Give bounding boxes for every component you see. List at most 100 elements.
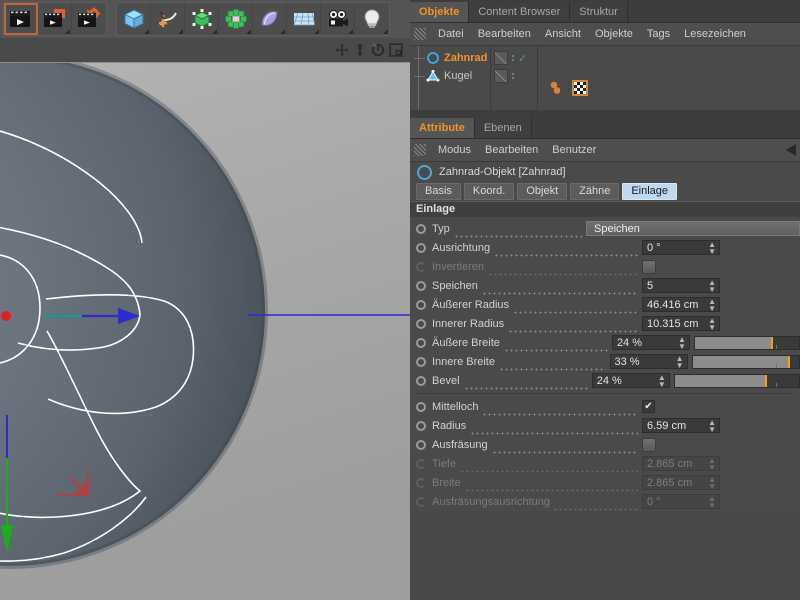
tab-objekt[interactable]: Objekt [517, 183, 568, 200]
tab-content-browser[interactable]: Content Browser [469, 2, 571, 22]
menu-datei[interactable]: Datei [431, 23, 471, 45]
param-row-invertieren: Invertieren [410, 257, 800, 276]
rotate-view-icon[interactable] [370, 42, 386, 58]
dot-toggles-icon[interactable] [512, 73, 514, 79]
object-label: Kugel [444, 70, 473, 82]
object-row-zahnrad[interactable]: Zahnrad [410, 49, 490, 67]
dot-leader [498, 361, 606, 371]
menu-modus[interactable]: Modus [431, 139, 478, 161]
innere-breite-slider[interactable] [691, 354, 800, 369]
collapse-arrow-icon[interactable] [786, 144, 796, 156]
ausfraesung-toggle[interactable] [642, 437, 656, 452]
param-anim-radio-icon[interactable] [416, 439, 426, 450]
spinner-icon[interactable]: ▲ ▼ [676, 354, 684, 369]
object-label: Zahnrad [444, 52, 488, 64]
visibility-row[interactable] [491, 67, 537, 85]
field-value: 46.416 cm [647, 298, 699, 311]
spinner-icon[interactable]: ▲ ▼ [708, 316, 716, 331]
dot-leader [482, 406, 638, 416]
slider-handle[interactable] [765, 374, 768, 387]
render-settings-button[interactable] [72, 3, 106, 35]
toolbar-group-render [3, 2, 107, 36]
bevel-field[interactable]: 24 % ▲ ▼ [591, 373, 670, 388]
dot-toggles-icon[interactable] [512, 55, 514, 61]
tab-struktur[interactable]: Struktur [570, 2, 628, 22]
radius-field[interactable]: 6.59 cm ▲ ▼ [642, 418, 720, 433]
field-value: 10.315 cm [647, 317, 699, 330]
phong-tag-icon[interactable] [548, 80, 566, 99]
camera-button[interactable] [321, 3, 355, 35]
spinner-icon[interactable]: ▲ ▼ [658, 373, 666, 388]
param-anim-radio-icon[interactable] [416, 318, 426, 329]
attribute-menubar: Modus Bearbeiten Benutzer [410, 139, 800, 162]
speichen-field[interactable]: 5 ▲ ▼ [642, 278, 720, 293]
tab-zaehne[interactable]: Zähne [570, 183, 620, 200]
slider-handle[interactable] [788, 355, 791, 368]
menu-bearbeiten[interactable]: Bearbeiten [471, 23, 538, 45]
viewport-3d[interactable] [0, 63, 410, 600]
floor-button[interactable] [287, 3, 321, 35]
environment-button[interactable] [253, 3, 287, 35]
menu-ansicht[interactable]: Ansicht [538, 23, 588, 45]
visibility-swatch-icon[interactable] [494, 69, 508, 83]
spline-pen-button[interactable] [151, 3, 185, 35]
generator-button[interactable] [185, 3, 219, 35]
primitive-cube-button[interactable] [117, 3, 151, 35]
param-label: Invertieren [432, 260, 484, 273]
deformer-button[interactable] [219, 3, 253, 35]
param-control: 5 ▲ ▼ [642, 278, 800, 293]
innerer-radius-field[interactable]: 10.315 cm ▲ ▼ [642, 316, 720, 331]
spinner-icon[interactable]: ▲ ▼ [708, 297, 716, 312]
field-value: 5 [647, 279, 654, 292]
param-anim-radio-icon[interactable] [416, 242, 426, 253]
param-anim-radio-icon[interactable] [416, 337, 426, 348]
visibility-swatch-icon[interactable] [494, 51, 508, 65]
render-view-button[interactable] [4, 3, 38, 35]
scale-view-icon[interactable] [352, 42, 368, 58]
menu-benutzer[interactable]: Benutzer [545, 139, 603, 161]
object-row-kugel[interactable]: Kugel [410, 67, 490, 85]
field-value: 2.865 cm [647, 476, 693, 489]
tab-objekte[interactable]: Objekte [410, 2, 470, 22]
menu-grip-icon[interactable] [414, 144, 426, 156]
spinner-icon[interactable]: ▲ ▼ [678, 335, 686, 350]
param-anim-radio-icon[interactable] [416, 356, 426, 367]
tab-ebenen[interactable]: Ebenen [474, 118, 532, 138]
param-anim-radio-icon[interactable] [416, 375, 426, 386]
maximize-view-icon[interactable] [388, 42, 404, 58]
ausrichtung-field[interactable]: 0 ° ▲ ▼ [642, 240, 720, 255]
menu-grip-icon[interactable] [414, 28, 426, 40]
aeussere-breite-slider[interactable] [693, 335, 800, 350]
visibility-row[interactable]: ✓ [491, 49, 537, 67]
menu-lesezeichen[interactable]: Lesezeichen [677, 23, 753, 45]
tab-attribute[interactable]: Attribute [410, 118, 475, 138]
dot-leader [487, 266, 638, 276]
bevel-slider[interactable] [673, 373, 800, 388]
aeusserer-radius-field[interactable]: 46.416 cm ▲ ▼ [642, 297, 720, 312]
tab-basis[interactable]: Basis [416, 183, 461, 200]
typ-dropdown[interactable]: Speichen [586, 221, 800, 236]
menu-bearbeiten[interactable]: Bearbeiten [478, 139, 545, 161]
param-anim-radio-icon [416, 458, 426, 469]
render-region-button[interactable] [38, 3, 72, 35]
spinner-icon[interactable]: ▲ ▼ [708, 418, 716, 433]
menu-objekte[interactable]: Objekte [588, 23, 640, 45]
param-anim-radio-icon[interactable] [416, 420, 426, 431]
spinner-icon[interactable]: ▲ ▼ [708, 240, 716, 255]
mittelloch-checkbox[interactable]: ✔ [642, 400, 655, 413]
light-bulb-button[interactable] [355, 3, 389, 35]
tab-einlage[interactable]: Einlage [622, 183, 678, 200]
param-anim-radio-icon[interactable] [416, 299, 426, 310]
move-view-icon[interactable] [334, 42, 350, 58]
param-anim-radio-icon[interactable] [416, 280, 426, 291]
param-anim-radio-icon[interactable] [416, 401, 426, 412]
texture-tag-icon[interactable] [571, 79, 589, 100]
spinner-icon[interactable]: ▲ ▼ [708, 278, 716, 293]
innere-breite-field[interactable]: 33 % ▲ ▼ [609, 354, 688, 369]
slider-tick [776, 344, 777, 349]
param-anim-radio-icon[interactable] [416, 223, 426, 234]
tab-koord[interactable]: Koord. [463, 183, 515, 200]
slider-handle[interactable] [770, 336, 773, 349]
menu-tags[interactable]: Tags [640, 23, 677, 45]
aeussere-breite-field[interactable]: 24 % ▲ ▼ [611, 335, 690, 350]
